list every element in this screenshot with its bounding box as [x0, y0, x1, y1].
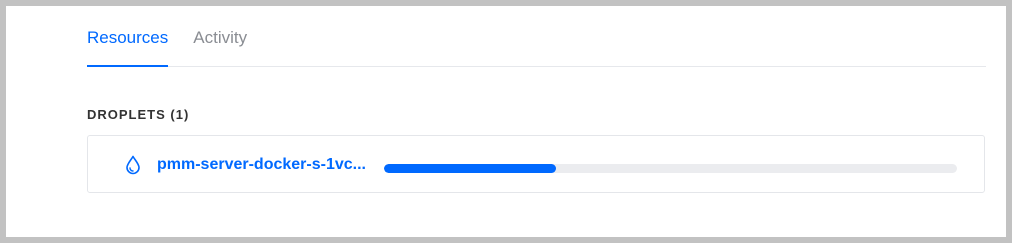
tab-activity[interactable]: Activity	[193, 5, 247, 66]
droplet-list-item: pmm-server-docker-s-1vc...	[87, 135, 985, 193]
droplet-name-link[interactable]: pmm-server-docker-s-1vc...	[157, 156, 366, 174]
tab-bar: Resources Activity	[87, 6, 986, 67]
tab-resources[interactable]: Resources	[87, 5, 169, 67]
droplet-progress-bar	[384, 164, 957, 173]
droplet-icon	[125, 155, 141, 175]
droplets-section-title: DROPLETS (1)	[87, 107, 190, 122]
page-frame: Resources Activity DROPLETS (1) pmm-serv…	[6, 6, 1006, 237]
droplet-progress-fill	[384, 164, 556, 173]
